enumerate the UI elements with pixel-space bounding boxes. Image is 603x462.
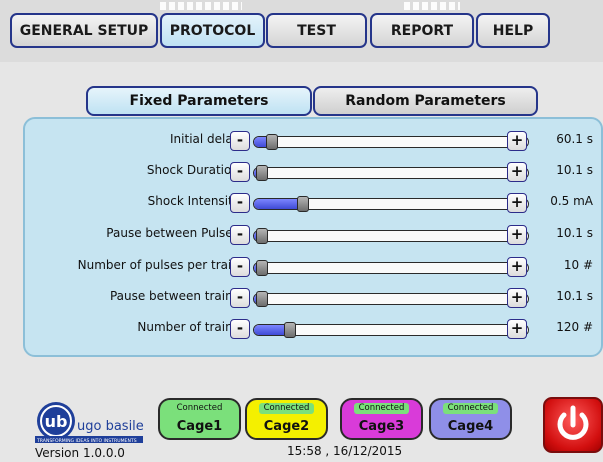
ugo-basile-logo: ub ugo basile TRANSFORMING IDEAS INTO IN… bbox=[35, 402, 145, 444]
power-button[interactable] bbox=[543, 397, 603, 453]
param-value: 120 # bbox=[556, 320, 593, 334]
cage-button-1[interactable]: Connected Cage1 bbox=[158, 398, 241, 440]
slider-thumb[interactable] bbox=[256, 165, 268, 181]
param-value: 60.1 s bbox=[556, 132, 593, 146]
cage-status: Connected bbox=[172, 403, 227, 414]
increment-button[interactable]: + bbox=[507, 131, 527, 151]
tab-test[interactable]: TEST bbox=[266, 13, 367, 48]
increment-button[interactable]: + bbox=[507, 257, 527, 277]
cage-status: Connected bbox=[354, 403, 409, 414]
tab-general-setup[interactable]: GENERAL SETUP bbox=[10, 13, 158, 48]
decrement-button[interactable]: - bbox=[230, 288, 250, 308]
param-label: Number of trains: bbox=[137, 320, 243, 334]
svg-text:ub: ub bbox=[45, 412, 68, 431]
decrement-button[interactable]: - bbox=[230, 131, 250, 151]
param-row-initial-delay: Initial delay: - + 60.1 s bbox=[25, 129, 603, 153]
param-value: 10.1 s bbox=[556, 163, 593, 177]
power-icon bbox=[557, 405, 589, 440]
param-value: 10.1 s bbox=[556, 226, 593, 240]
increment-button[interactable]: + bbox=[507, 288, 527, 308]
decrement-button[interactable]: - bbox=[230, 319, 250, 339]
param-value: 0.5 mA bbox=[550, 194, 593, 208]
slider-track[interactable] bbox=[253, 198, 529, 210]
decrement-button[interactable]: - bbox=[230, 225, 250, 245]
slider-thumb[interactable] bbox=[256, 291, 268, 307]
increment-button[interactable]: + bbox=[507, 162, 527, 182]
cage-name: Cage3 bbox=[358, 419, 405, 434]
top-nav-bar: GENERAL SETUP PROTOCOL TEST REPORT HELP bbox=[0, 0, 603, 62]
datetime-label: 15:58 , 16/12/2015 bbox=[287, 444, 403, 458]
slider-thumb[interactable] bbox=[256, 228, 268, 244]
decorative-dots bbox=[160, 2, 242, 10]
slider-track[interactable] bbox=[253, 293, 529, 305]
cage-name: Cage2 bbox=[263, 419, 310, 434]
increment-button[interactable]: + bbox=[507, 319, 527, 339]
param-label: Pause between Pulses: bbox=[106, 226, 243, 240]
param-row-shock-intensity: Shock Intensity: - + 0.5 mA bbox=[25, 191, 603, 215]
param-label: Pause between trains: bbox=[109, 289, 243, 303]
param-label: Shock Intensity: bbox=[147, 194, 243, 208]
decorative-dots bbox=[404, 2, 460, 10]
slider-thumb[interactable] bbox=[297, 196, 310, 212]
slider-thumb[interactable] bbox=[284, 322, 297, 338]
decrement-button[interactable]: - bbox=[230, 162, 250, 182]
cage-status: Connected bbox=[443, 403, 498, 414]
cage-button-3[interactable]: Connected Cage3 bbox=[340, 398, 423, 440]
decrement-button[interactable]: - bbox=[230, 193, 250, 213]
cage-name: Cage1 bbox=[176, 419, 223, 434]
tab-random-parameters[interactable]: Random Parameters bbox=[313, 86, 538, 116]
slider-track[interactable] bbox=[253, 136, 529, 148]
param-label: Number of pulses per train: bbox=[77, 258, 243, 272]
slider-track[interactable] bbox=[253, 230, 529, 242]
tab-fixed-parameters[interactable]: Fixed Parameters bbox=[86, 86, 312, 116]
increment-button[interactable]: + bbox=[507, 193, 527, 213]
tab-protocol[interactable]: PROTOCOL bbox=[160, 13, 265, 48]
footer-bar: ub ugo basile TRANSFORMING IDEAS INTO IN… bbox=[0, 380, 603, 462]
cage-button-2[interactable]: Connected Cage2 bbox=[245, 398, 328, 440]
logo-tagline: TRANSFORMING IDEAS INTO INSTRUMENTS bbox=[36, 438, 137, 444]
tab-help[interactable]: HELP bbox=[476, 13, 550, 48]
param-row-pause-between-pulses: Pause between Pulses: - + 10.1 s bbox=[25, 223, 603, 247]
slider-track[interactable] bbox=[253, 262, 529, 274]
tab-report[interactable]: REPORT bbox=[370, 13, 474, 48]
param-row-shock-duration: Shock Duration: - + 10.1 s bbox=[25, 160, 603, 184]
cage-button-4[interactable]: Connected Cage4 bbox=[429, 398, 512, 440]
param-value: 10 # bbox=[563, 258, 593, 272]
logo-icon: ub ugo basile TRANSFORMING IDEAS INTO IN… bbox=[35, 402, 144, 444]
param-row-pulses-per-train: Number of pulses per train: - + 10 # bbox=[25, 255, 603, 279]
param-row-pause-between-trains: Pause between trains: - + 10.1 s bbox=[25, 286, 603, 310]
slider-fill bbox=[254, 199, 303, 209]
version-label: Version 1.0.0.0 bbox=[35, 446, 125, 460]
decrement-button[interactable]: - bbox=[230, 257, 250, 277]
param-label: Shock Duration: bbox=[146, 163, 243, 177]
cage-name: Cage4 bbox=[447, 419, 494, 434]
slider-thumb[interactable] bbox=[256, 260, 268, 276]
logo-text: ugo basile bbox=[77, 419, 144, 434]
slider-track[interactable] bbox=[253, 167, 529, 179]
fixed-parameters-panel: Initial delay: - + 60.1 s Shock Duration… bbox=[23, 117, 603, 357]
param-value: 10.1 s bbox=[556, 289, 593, 303]
cage-status: Connected bbox=[259, 403, 314, 414]
increment-button[interactable]: + bbox=[507, 225, 527, 245]
slider-thumb[interactable] bbox=[266, 134, 279, 150]
param-row-number-of-trains: Number of trains: - + 120 # bbox=[25, 317, 603, 341]
